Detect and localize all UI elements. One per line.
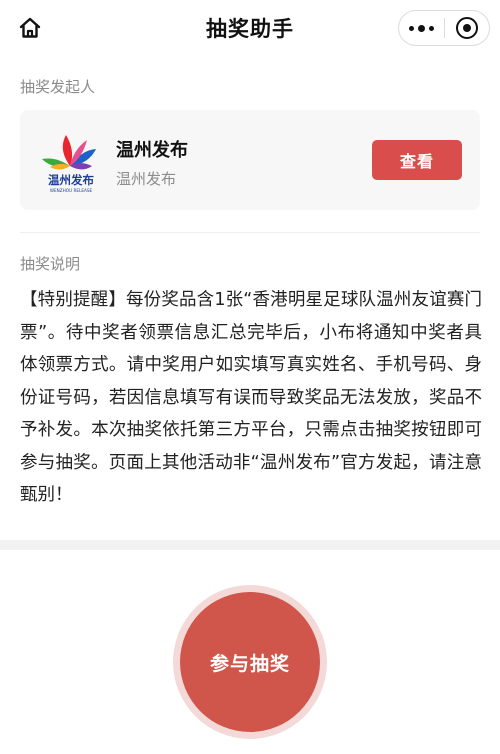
organizer-card: 温州发布 WENZHOU RELEASE 温州发布 温州发布 查看 [20,110,480,210]
page-title: 抽奖助手 [206,17,294,41]
mini-program-capsule [398,10,490,46]
home-icon [19,17,41,38]
navigation-bar: 抽奖助手 [0,0,500,56]
logo-tagline: WENZHOU RELEASE [50,188,93,193]
lottery-description: 【特别提醒】每份奖品含1张“香港明星足球队温州友谊赛门票”。待中奖者领票信息汇总… [20,290,482,505]
wenzhou-fabu-logo-icon: 温州发布 WENZHOU RELEASE [42,135,96,193]
organizer-name: 温州发布 [116,140,188,161]
section-separator-band [0,540,500,550]
more-button[interactable] [399,11,444,45]
home-button[interactable] [12,10,48,46]
organizer-section-label: 抽奖发起人 [20,78,96,96]
organizer-logo[interactable]: 温州发布 WENZHOU RELEASE [36,126,106,196]
close-mini-program-button[interactable] [445,11,489,45]
section-divider [20,232,480,233]
join-lottery-button[interactable]: 参与抽奖 [180,592,320,732]
logo-text: 温州发布 [48,173,94,187]
description-section-label: 抽奖说明 [20,255,81,273]
mini-program-close-icon [455,17,478,39]
more-dots-icon [409,24,434,32]
view-organizer-button[interactable]: 查看 [372,140,462,180]
join-button-halo: 参与抽奖 [173,585,327,739]
organizer-subtitle: 温州发布 [116,170,177,188]
